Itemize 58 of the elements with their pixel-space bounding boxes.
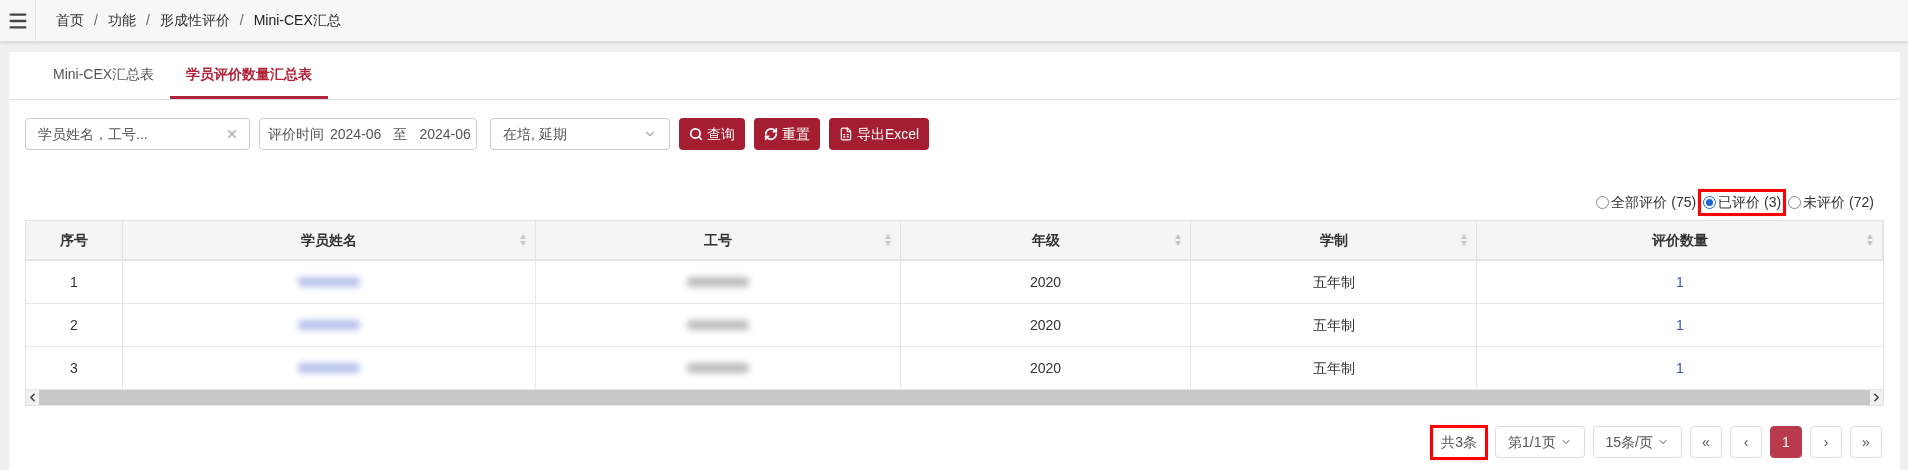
- refresh-icon: [764, 127, 778, 141]
- table-cell: 2: [26, 304, 123, 346]
- breadcrumb-link[interactable]: 形成性评价: [159, 10, 230, 31]
- count-link[interactable]: 1: [1676, 271, 1684, 293]
- sort-icon[interactable]: [1174, 233, 1182, 247]
- table-cell: 2020: [901, 347, 1191, 389]
- search-field[interactable]: 学员姓名，工号...: [25, 118, 250, 150]
- first-page-button[interactable]: «: [1690, 426, 1722, 458]
- column-header: 序号: [26, 221, 123, 259]
- table-cell: 3: [26, 347, 123, 389]
- next-page-button[interactable]: ›: [1810, 426, 1842, 458]
- date-range-field[interactable]: 评价时间 2024-06 至 2024-06: [259, 118, 477, 150]
- column-header[interactable]: 评价数量: [1477, 221, 1883, 259]
- search-icon: [689, 127, 703, 141]
- table-cell: 2020: [901, 304, 1191, 346]
- breadcrumb-current: Mini-CEX汇总: [253, 11, 341, 30]
- breadcrumb-separator: /: [93, 11, 99, 30]
- date-separator: 至: [392, 124, 409, 144]
- table-cell: 五年制: [1191, 261, 1477, 303]
- count-link[interactable]: 1: [1676, 357, 1684, 379]
- status-select[interactable]: 在培, 延期: [490, 118, 670, 150]
- page-size-select[interactable]: 15条/页: [1592, 426, 1682, 458]
- table-cell: 2020: [901, 261, 1191, 303]
- export-button[interactable]: 导出Excel: [829, 118, 930, 150]
- sort-icon[interactable]: [884, 233, 892, 247]
- horizontal-scrollbar[interactable]: [26, 390, 1883, 405]
- page-button[interactable]: 1: [1770, 426, 1802, 458]
- column-header[interactable]: 工号: [536, 221, 901, 259]
- date-range-label: 评价时间: [268, 124, 324, 144]
- breadcrumb-link[interactable]: 功能: [107, 10, 136, 31]
- date-from: 2024-06: [330, 124, 382, 144]
- previous-page-button[interactable]: ‹: [1730, 426, 1762, 458]
- search-button[interactable]: 查询: [679, 118, 745, 150]
- table-cell: 五年制: [1191, 304, 1477, 346]
- clear-icon[interactable]: [226, 128, 238, 140]
- reset-button[interactable]: 重置: [754, 118, 820, 150]
- sort-icon[interactable]: [519, 233, 527, 247]
- column-header[interactable]: 学员姓名: [123, 221, 536, 259]
- spreadsheet-icon: [839, 127, 853, 141]
- table-cell: 1: [26, 261, 123, 303]
- page-select[interactable]: 第1/1页: [1495, 426, 1585, 458]
- radio-option[interactable]: 已评价 (3): [1703, 191, 1782, 213]
- sort-icon[interactable]: [1866, 233, 1874, 247]
- breadcrumb-separator: /: [144, 11, 151, 30]
- date-to: 2024-06: [419, 124, 471, 144]
- breadcrumb-link[interactable]: 首页: [56, 10, 84, 31]
- radio-option[interactable]: 未评价 (72): [1788, 191, 1874, 213]
- total-count: 共3条: [1433, 427, 1486, 457]
- column-header[interactable]: 年级: [901, 221, 1191, 259]
- table-cell: 五年制: [1191, 347, 1477, 389]
- tab[interactable]: 学员评价数量汇总表: [170, 52, 329, 99]
- radio-option[interactable]: 全部评价 (75): [1596, 191, 1697, 213]
- tab[interactable]: Mini-CEX汇总表: [37, 52, 171, 99]
- count-link[interactable]: 1: [1676, 314, 1684, 336]
- sort-icon[interactable]: [1460, 233, 1468, 247]
- column-header[interactable]: 学制: [1191, 221, 1477, 259]
- last-page-button[interactable]: »: [1850, 426, 1882, 458]
- breadcrumb-separator: /: [238, 11, 245, 30]
